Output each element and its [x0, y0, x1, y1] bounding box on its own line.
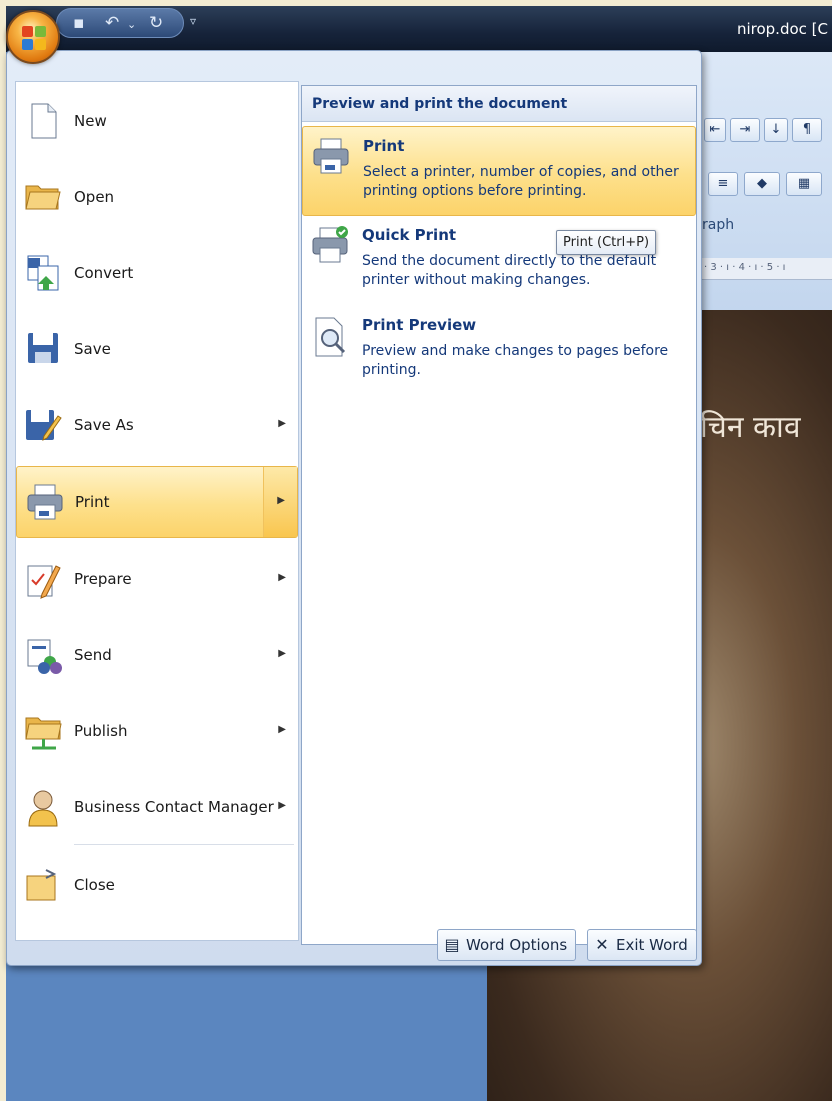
ribbon-group-label: raph [702, 217, 735, 233]
menu-item-label: New [74, 112, 107, 130]
submenu-arrow-icon: ▶ [278, 800, 286, 811]
menu-divider [74, 844, 294, 845]
ruler: · 3 · ı · 4 · ı · 5 · ı [700, 258, 832, 280]
office-button[interactable] [6, 10, 60, 64]
menu-item-label: Convert [74, 264, 134, 282]
line-spacing-button[interactable]: ≡ [708, 172, 738, 196]
menu-item-send[interactable]: Send ▶ [16, 620, 298, 692]
menu-item-print[interactable]: Print ▶ [16, 466, 298, 538]
menu-item-close[interactable]: Close [16, 850, 298, 922]
submenu-arrow-icon: ▶ [277, 495, 285, 506]
word-options-button[interactable]: ▤ Word Options [437, 929, 577, 961]
submenu-item-title: Quick Print [362, 226, 457, 244]
submenu-item-description: Preview and make changes to pages before… [362, 343, 669, 378]
submenu-arrow-icon: ▶ [278, 648, 286, 659]
menu-footer: ▤ Word Options ✕ Exit Word [7, 919, 703, 969]
office-menu: New Open Convert Save Save As ▶ Print ▶ … [6, 50, 702, 966]
print-preview-icon [308, 316, 352, 360]
redo-icon[interactable]: ↻ [149, 13, 163, 33]
save-icon [24, 330, 62, 368]
menu-item-label: Prepare [74, 570, 132, 588]
printer-icon [25, 483, 63, 521]
ribbon-indent-button[interactable]: ⇤ [704, 118, 726, 142]
save-icon[interactable]: ▪ [73, 13, 85, 33]
menu-item-label: Open [74, 188, 115, 206]
menu-item-business-contact-manager[interactable]: Business Contact Manager ▶ [16, 772, 298, 844]
print-tooltip: Print (Ctrl+P) [556, 230, 657, 255]
border-button[interactable]: ▦ [786, 172, 822, 196]
menu-item-convert[interactable]: Convert [16, 238, 298, 310]
options-icon: ▤ [444, 935, 460, 954]
menu-item-new[interactable]: New [16, 86, 298, 158]
submenu-arrow-icon: ▶ [278, 724, 286, 735]
submenu-item-title: Print [363, 137, 405, 155]
submenu-header: Preview and print the document [302, 86, 696, 122]
submenu-item-print-preview[interactable]: Print Preview Preview and make changes t… [302, 306, 696, 396]
menu-item-label: Business Contact Manager [74, 798, 274, 816]
publish-icon [24, 712, 62, 750]
exit-word-button[interactable]: ✕ Exit Word [587, 929, 697, 961]
menu-item-label: Publish [74, 722, 128, 740]
submenu-arrow-icon: ▶ [278, 418, 286, 429]
ribbon-indent-increase-button[interactable]: ⇥ [730, 118, 760, 142]
menu-item-label: Close [74, 876, 115, 894]
new-document-icon [24, 102, 62, 140]
open-folder-icon [24, 178, 62, 216]
menu-command-list: New Open Convert Save Save As ▶ Print ▶ … [15, 81, 299, 941]
document-text: चिन काव [700, 410, 801, 445]
exit-word-label: Exit Word [616, 936, 688, 954]
customize-quick-access-icon[interactable]: ▿ [190, 14, 196, 28]
menu-item-label: Save As [74, 416, 134, 434]
menu-item-save[interactable]: Save [16, 314, 298, 386]
close-folder-icon [24, 866, 62, 904]
menu-item-label: Print [75, 493, 110, 511]
word-options-label: Word Options [466, 936, 568, 954]
save-as-icon [24, 406, 62, 444]
window-title: nirop.doc [C [736, 20, 828, 38]
print-submenu: Preview and print the document Print Sel… [301, 85, 697, 945]
undo-dropdown-icon[interactable]: ⌄ [127, 18, 136, 31]
send-icon [24, 636, 62, 674]
quick-print-icon [308, 226, 352, 270]
close-icon: ✕ [595, 935, 609, 954]
submenu-arrow-icon: ▶ [278, 572, 286, 583]
ribbon-more-button[interactable]: ¶ [792, 118, 822, 142]
sort-icon[interactable]: ↓ [764, 118, 788, 142]
quick-access-toolbar: ▪ ↶ ⌄ ↻ [56, 8, 184, 38]
contact-manager-icon [24, 788, 62, 827]
submenu-item-print[interactable]: Print Select a printer, number of copies… [302, 126, 696, 216]
menu-item-publish[interactable]: Publish ▶ [16, 696, 298, 768]
prepare-icon [24, 560, 62, 599]
menu-item-open[interactable]: Open [16, 162, 298, 234]
menu-item-label: Send [74, 646, 112, 664]
menu-item-prepare[interactable]: Prepare ▶ [16, 544, 298, 616]
submenu-item-description: Select a printer, number of copies, and … [363, 164, 679, 199]
menu-item-save-as[interactable]: Save As ▶ [16, 390, 298, 462]
convert-icon [24, 254, 62, 292]
submenu-item-description: Send the document directly to the defaul… [362, 253, 657, 288]
undo-icon[interactable]: ↶ [105, 13, 119, 33]
printer-icon [309, 137, 353, 181]
submenu-item-title: Print Preview [362, 316, 477, 334]
office-logo-icon [22, 26, 46, 50]
shading-button[interactable]: ◆ [744, 172, 780, 196]
menu-item-label: Save [74, 340, 111, 358]
